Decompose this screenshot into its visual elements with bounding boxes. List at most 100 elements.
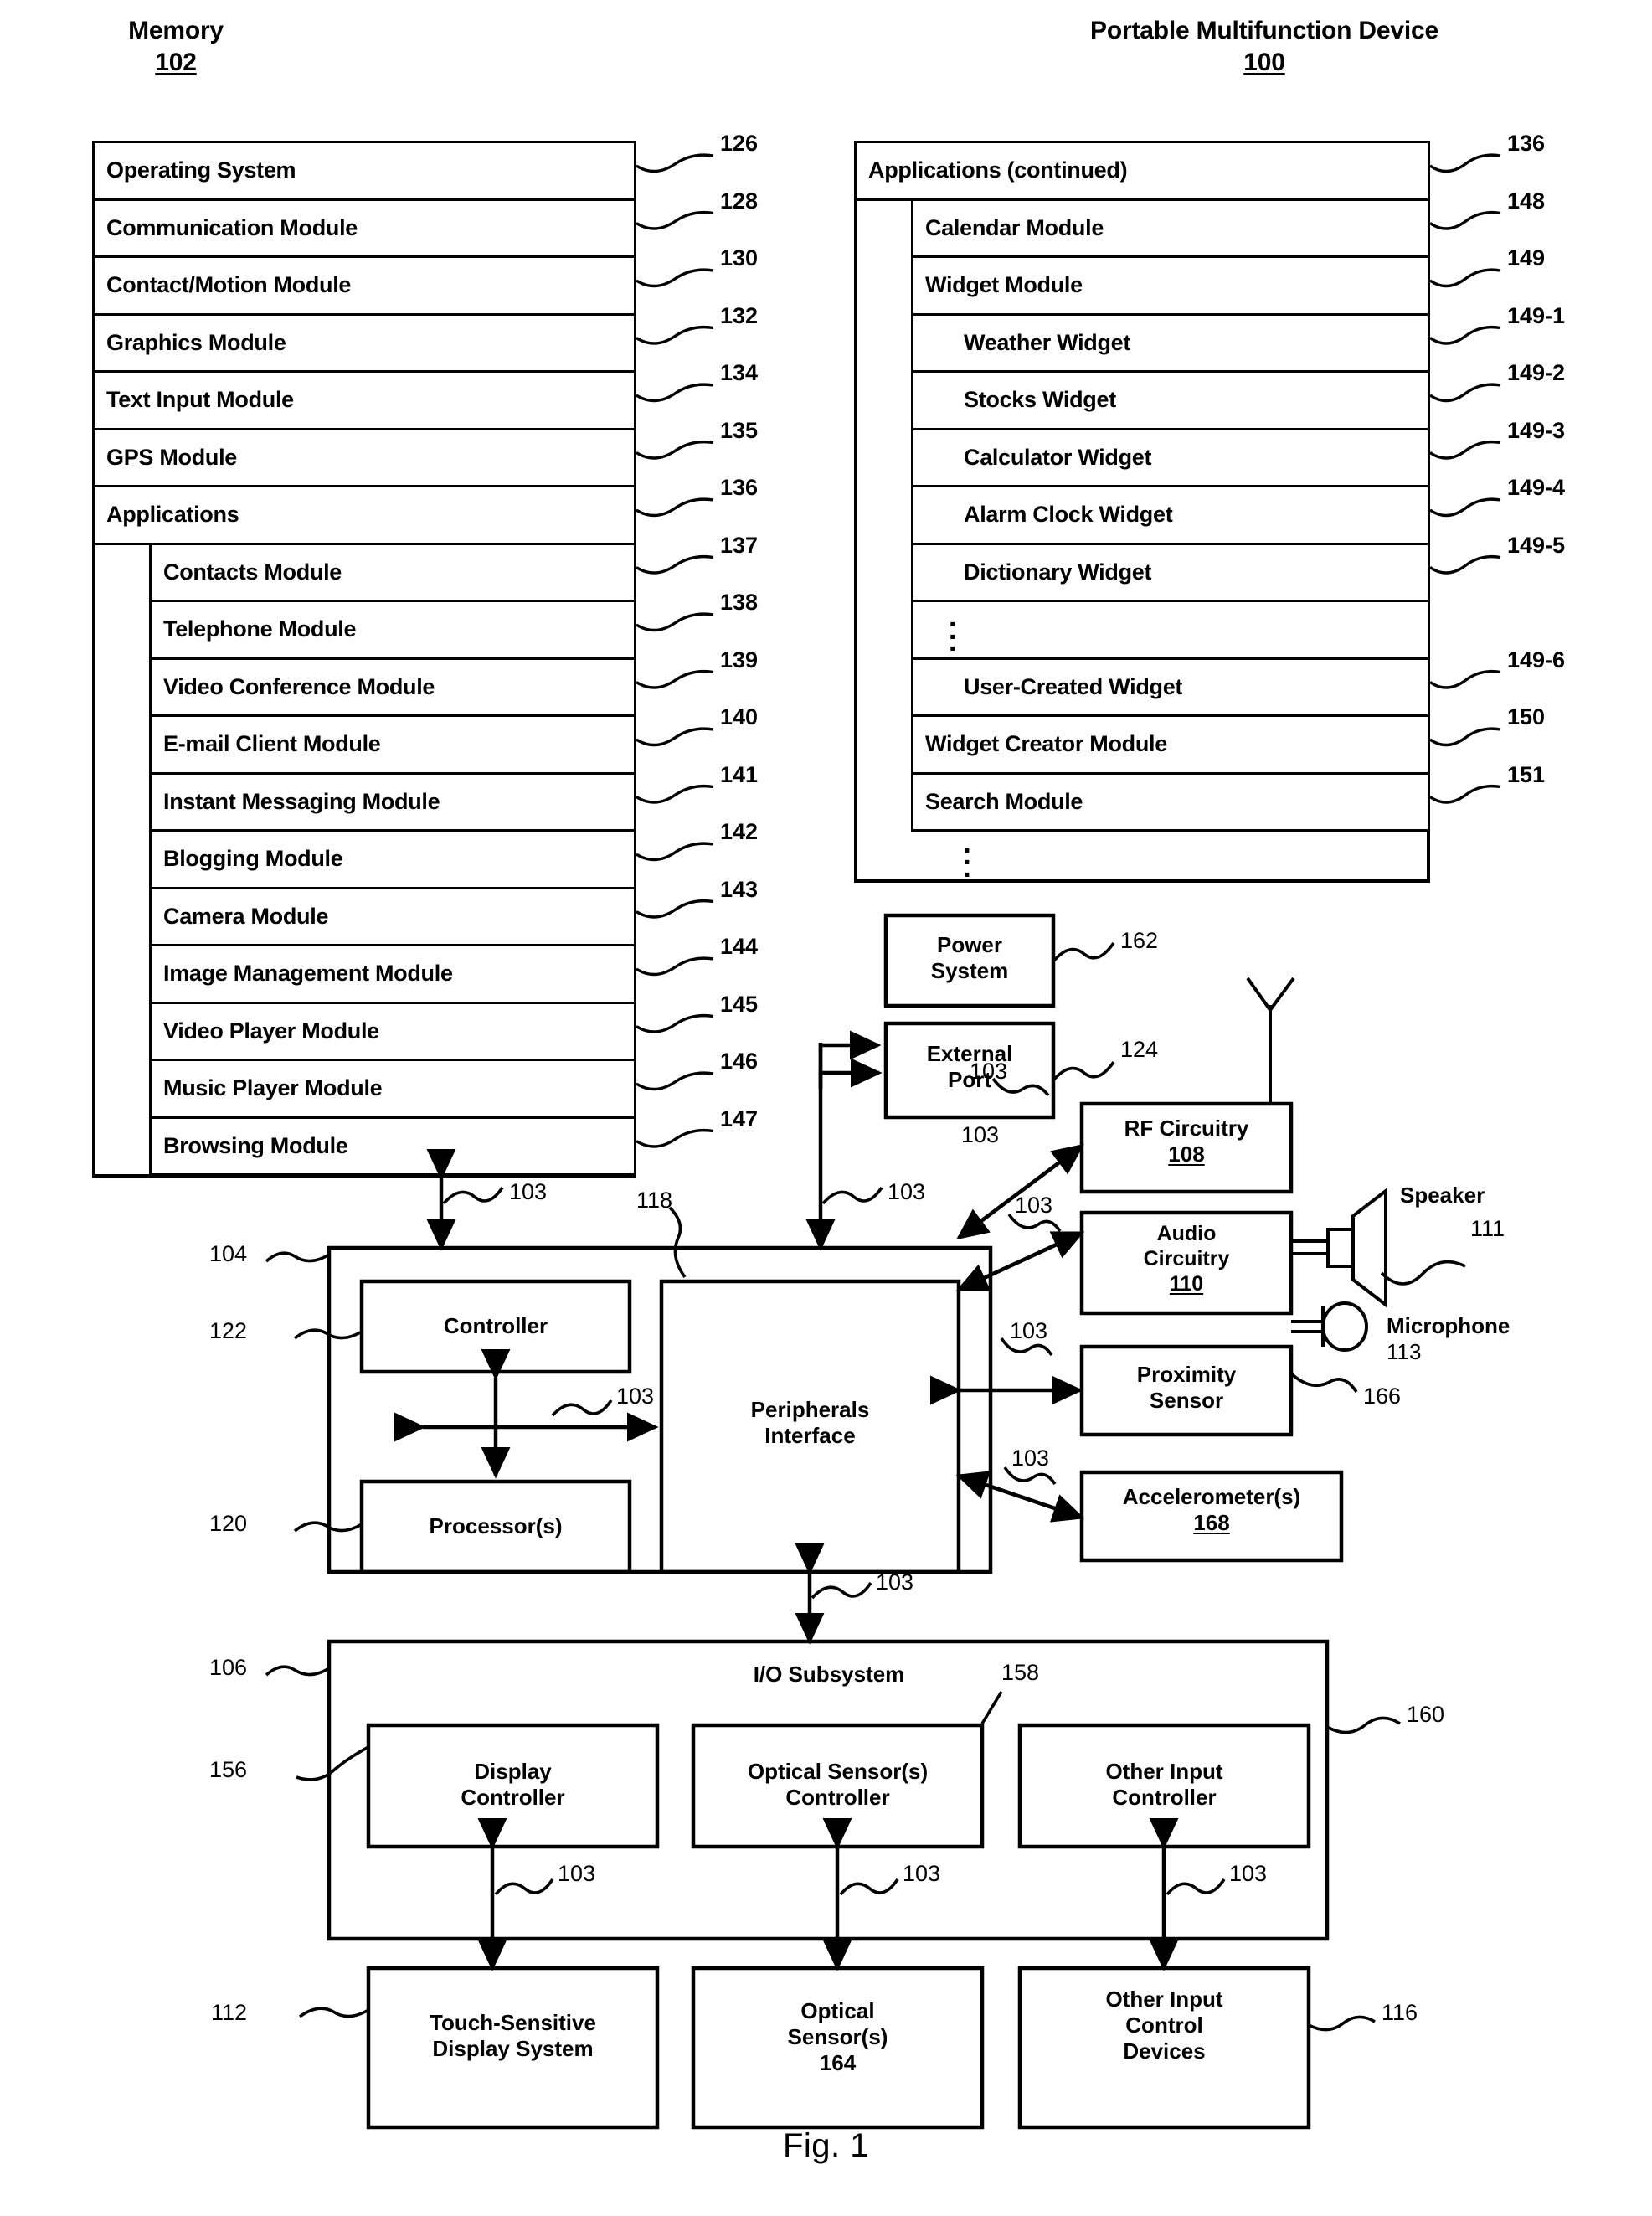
bus-103-rf2: 103 bbox=[961, 1122, 1000, 1147]
application-row[interactable]: Stocks Widget bbox=[911, 370, 1430, 430]
memory-row-label: Camera Module bbox=[163, 903, 329, 929]
ref-122: 122 bbox=[209, 1318, 248, 1343]
ref-118: 118 bbox=[636, 1188, 673, 1213]
ref-162: 162 bbox=[1120, 928, 1159, 953]
application-ref-number: 149-5 bbox=[1507, 532, 1566, 558]
application-row[interactable]: Weather Widget bbox=[911, 312, 1430, 373]
device-column-title: Portable Multifunction Device 100 bbox=[879, 15, 1649, 78]
memory-row-label: GPS Module bbox=[106, 444, 238, 470]
application-row[interactable]: User-Created Widget bbox=[911, 657, 1430, 717]
bus-103-display: 103 bbox=[558, 1861, 596, 1886]
memory-ref-number: 128 bbox=[720, 188, 759, 214]
ref-156: 156 bbox=[209, 1757, 248, 1782]
memory-row-label: Text Input Module bbox=[106, 387, 294, 413]
memory-row[interactable]: E-mail Client Module bbox=[149, 714, 636, 775]
application-ref-number: 150 bbox=[1507, 704, 1546, 729]
application-row[interactable]: Widget Creator Module bbox=[911, 714, 1430, 775]
memory-title-text: Memory bbox=[128, 17, 224, 44]
memory-row-label: Music Player Module bbox=[163, 1075, 383, 1101]
microphone-label: Microphone 113 bbox=[1387, 1313, 1510, 1365]
controller-label: Controller bbox=[443, 1313, 548, 1338]
memory-row[interactable]: Applications bbox=[92, 485, 636, 545]
application-row-label: Widget Module bbox=[925, 272, 1083, 298]
application-ref-number: 148 bbox=[1507, 188, 1546, 214]
memory-ref-number: 140 bbox=[720, 704, 759, 729]
memory-ref-number: 137 bbox=[720, 532, 759, 558]
application-row[interactable]: Widget Module bbox=[911, 255, 1430, 316]
memory-row[interactable]: Image Management Module bbox=[149, 944, 636, 1004]
ref-160: 160 bbox=[1407, 1702, 1445, 1727]
rf-circuitry-label: RF Circuitry 108 bbox=[1124, 1116, 1249, 1167]
bus-103-mid: 103 bbox=[616, 1384, 655, 1409]
memory-title-ref: 102 bbox=[155, 48, 197, 76]
memory-row[interactable]: Blogging Module bbox=[149, 829, 636, 889]
application-row-label: Calendar Module bbox=[925, 214, 1104, 240]
memory-row[interactable]: Contact/Motion Module bbox=[92, 255, 636, 316]
application-row-label: Widget Creator Module bbox=[925, 731, 1167, 757]
memory-row[interactable]: Operating System bbox=[92, 141, 636, 201]
optical-sensor-controller-label: Optical Sensor(s) Controller bbox=[747, 1759, 929, 1811]
applications-trailing-dots: ... bbox=[963, 827, 971, 884]
bus-103-audio: 103 bbox=[1015, 1193, 1053, 1218]
memory-ref-number: 145 bbox=[720, 991, 759, 1017]
bus-103-periph-io: 103 bbox=[876, 1569, 914, 1595]
memory-ref-number: 138 bbox=[720, 590, 759, 615]
device-title-text: Portable Multifunction Device bbox=[1090, 17, 1438, 44]
io-subsystem-label: I/O Subsystem bbox=[753, 1662, 905, 1687]
memory-ref-number: 130 bbox=[720, 245, 759, 271]
application-row-label: Dictionary Widget bbox=[964, 559, 1152, 585]
memory-row[interactable]: Graphics Module bbox=[92, 312, 636, 373]
speaker-label: Speaker bbox=[1400, 1183, 1485, 1208]
memory-row[interactable]: GPS Module bbox=[92, 427, 636, 487]
memory-row[interactable]: Contacts Module bbox=[149, 542, 636, 602]
memory-row-label: Contact/Motion Module bbox=[106, 272, 352, 298]
proximity-sensor-label: Proximity Sensor bbox=[1136, 1362, 1237, 1414]
memory-row[interactable]: Camera Module bbox=[149, 886, 636, 946]
memory-row[interactable]: Communication Module bbox=[92, 198, 636, 258]
memory-ref-number: 142 bbox=[720, 819, 759, 844]
application-row[interactable]: Applications (continued) bbox=[854, 141, 1430, 201]
other-input-devices-label: Other Input Control Devices bbox=[1105, 1987, 1223, 2064]
memory-row[interactable]: Text Input Module bbox=[92, 370, 636, 430]
application-row[interactable]: ... bbox=[911, 600, 1430, 660]
memory-row-label: Graphics Module bbox=[106, 329, 286, 355]
memory-row[interactable]: Music Player Module bbox=[149, 1059, 636, 1119]
application-ref-number: 149-3 bbox=[1507, 417, 1566, 443]
application-row-label: Stocks Widget bbox=[964, 387, 1116, 413]
memory-row-label: Image Management Module bbox=[163, 961, 453, 987]
memory-row[interactable]: Browsing Module bbox=[149, 1116, 636, 1176]
figure-caption: Fig. 1 bbox=[782, 2127, 870, 2164]
application-row[interactable]: Calendar Module bbox=[911, 198, 1430, 258]
memory-row[interactable]: Video Player Module bbox=[149, 1001, 636, 1061]
memory-ref-number: 146 bbox=[720, 1049, 759, 1074]
application-row[interactable]: Alarm Clock Widget bbox=[911, 485, 1430, 545]
memory-row[interactable]: Telephone Module bbox=[149, 600, 636, 660]
display-controller-label: Display Controller bbox=[461, 1759, 565, 1811]
application-row-label: Weather Widget bbox=[964, 329, 1131, 355]
application-row-label: Calculator Widget bbox=[964, 444, 1152, 470]
application-row[interactable]: Search Module bbox=[911, 771, 1430, 832]
power-system-label: Power System bbox=[930, 932, 1009, 984]
application-ref-number: 136 bbox=[1507, 131, 1546, 156]
device-title-ref: 100 bbox=[1243, 48, 1285, 76]
other-input-controller-label: Other Input Controller bbox=[1105, 1759, 1223, 1811]
memory-row[interactable]: Video Conference Module bbox=[149, 657, 636, 717]
ellipsis-dots-icon: ... bbox=[949, 601, 957, 657]
bus-103-proximity: 103 bbox=[1010, 1318, 1048, 1343]
memory-ref-number: 132 bbox=[720, 302, 759, 328]
touch-display-label: Touch-Sensitive Display System bbox=[430, 2010, 596, 2062]
ref-112: 112 bbox=[211, 2000, 248, 2025]
application-ref-number: 149-6 bbox=[1507, 647, 1566, 673]
application-row-label: User-Created Widget bbox=[964, 673, 1183, 699]
ref-104: 104 bbox=[209, 1241, 248, 1266]
application-row[interactable]: Dictionary Widget bbox=[911, 542, 1430, 602]
application-ref-number: 149-4 bbox=[1507, 475, 1566, 500]
application-row[interactable]: Calculator Widget bbox=[911, 427, 1430, 487]
memory-row-label: Communication Module bbox=[106, 214, 358, 240]
memory-ref-number: 144 bbox=[720, 934, 759, 959]
bus-103-optical: 103 bbox=[903, 1861, 941, 1886]
memory-row-label: Operating System bbox=[106, 157, 296, 183]
application-ref-number: 151 bbox=[1507, 761, 1546, 787]
memory-row[interactable]: Instant Messaging Module bbox=[149, 771, 636, 832]
bus-103-rf: 103 bbox=[970, 1059, 1008, 1084]
